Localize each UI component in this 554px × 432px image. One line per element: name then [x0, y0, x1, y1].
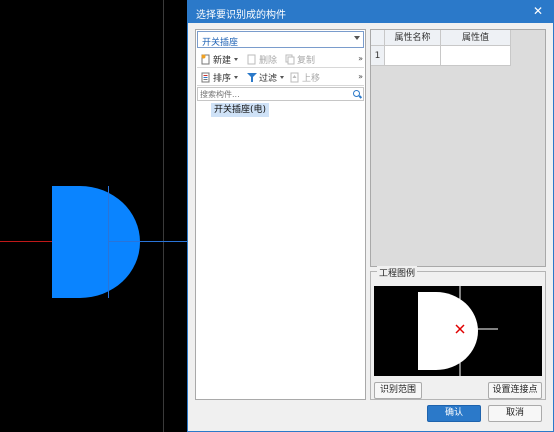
- sort-icon: [201, 72, 211, 83]
- search-input[interactable]: [200, 89, 350, 99]
- grid-corner: [371, 30, 385, 46]
- cancel-button[interactable]: 取消: [488, 405, 542, 422]
- sort-button[interactable]: 排序: [201, 71, 239, 84]
- blue-crosshair-vertical: [108, 186, 109, 298]
- delete-button[interactable]: 删除: [247, 53, 277, 66]
- filter-button[interactable]: 过滤: [247, 71, 285, 84]
- toolbar-view-overflow-icon[interactable]: »: [358, 72, 363, 81]
- sort-label: 排序: [213, 74, 232, 84]
- sort-dropdown-icon[interactable]: [234, 76, 239, 79]
- column-header-property-name[interactable]: 属性名称: [385, 30, 441, 46]
- new-button[interactable]: 新建: [201, 53, 239, 66]
- toolbar-edit-overflow-icon[interactable]: »: [358, 54, 363, 63]
- filter-dropdown-icon[interactable]: [280, 76, 285, 79]
- copy-label: 复制: [297, 56, 316, 66]
- new-icon: [201, 54, 211, 65]
- toolbar-view: 排序 过滤 上移 »: [197, 69, 364, 86]
- dialog-title: 选择要识别成的构件: [196, 10, 286, 21]
- legend-preview-group: 工程图例 识别范围 设置连接点: [370, 266, 546, 400]
- cell-property-name[interactable]: [385, 46, 441, 66]
- dialog-titlebar[interactable]: 选择要识别成的构件 ✕: [188, 1, 553, 23]
- identify-range-button[interactable]: 识别范围: [374, 382, 422, 399]
- copy-icon: [285, 54, 295, 65]
- search-icon[interactable]: [353, 90, 360, 97]
- set-connection-point-button[interactable]: 设置连接点: [488, 382, 542, 399]
- component-panel: 开关插座 新建 删除 复制 » 排序 过滤 上移 » 搜索构件... 开关插座(…: [195, 29, 366, 400]
- legend-title: 工程图例: [377, 266, 418, 279]
- filter-label: 过滤: [259, 74, 278, 84]
- select-component-dialog: 选择要识别成的构件 ✕ 开关插座 新建 删除 复制 » 排序 过滤 上移 » 搜…: [187, 0, 554, 432]
- close-icon[interactable]: ✕: [533, 4, 543, 18]
- copy-button[interactable]: 复制: [285, 53, 315, 66]
- column-header-property-value[interactable]: 属性值: [441, 30, 511, 46]
- toolbar-edit: 新建 删除 复制 »: [197, 51, 364, 68]
- delete-icon: [247, 54, 257, 65]
- dropdown-arrow-icon[interactable]: [354, 36, 360, 40]
- filter-icon: [247, 72, 257, 83]
- cell-property-value[interactable]: [441, 46, 511, 66]
- component-type-combo[interactable]: 开关插座: [197, 31, 364, 48]
- search-box: [197, 87, 364, 101]
- move-up-icon: [290, 72, 300, 83]
- delete-label: 删除: [259, 56, 278, 66]
- move-up-button[interactable]: 上移: [290, 71, 320, 84]
- socket-symbol[interactable]: [0, 0, 190, 432]
- blue-crosshair-horizontal: [108, 241, 190, 242]
- new-dropdown-icon[interactable]: [234, 58, 239, 61]
- legend-preview: [374, 286, 542, 376]
- row-number: 1: [371, 46, 385, 66]
- confirm-button[interactable]: 确认: [427, 405, 481, 422]
- tree-item-switch-socket[interactable]: 开关插座(电): [211, 103, 270, 117]
- property-grid: 属性名称 属性值 1: [370, 29, 546, 267]
- new-label: 新建: [213, 56, 232, 66]
- component-type-value: 开关插座: [202, 38, 239, 48]
- move-up-label: 上移: [302, 74, 321, 84]
